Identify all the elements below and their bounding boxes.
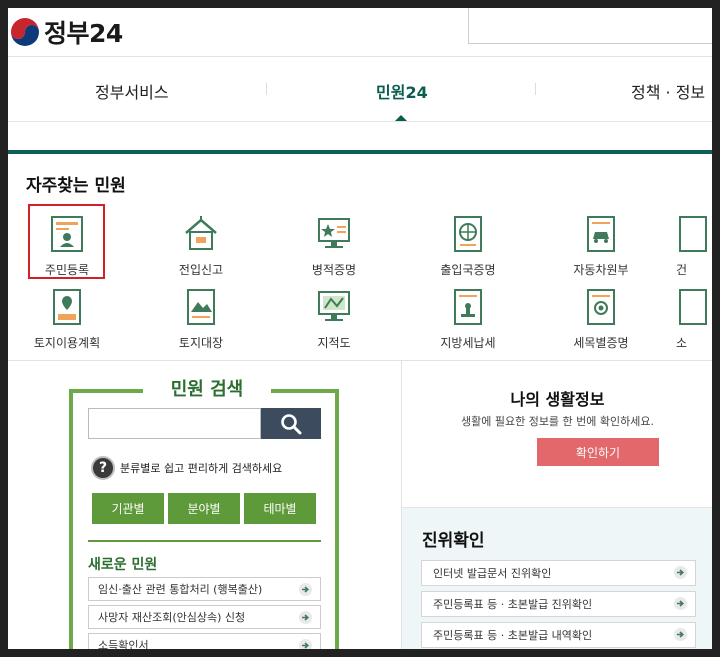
document-icon — [679, 216, 707, 252]
logo-text: 정부24 — [44, 19, 123, 48]
frequent-item-land-ledger[interactable]: 토지대장 — [156, 288, 246, 351]
globe-document-icon — [454, 216, 482, 252]
monitor-star-icon — [318, 218, 350, 248]
active-tab-caret-icon — [395, 115, 407, 121]
frequent-title: 자주찾는 민원 — [26, 176, 126, 196]
arrow-right-icon — [674, 566, 687, 579]
civil-search-button[interactable] — [261, 408, 321, 439]
frequent-item-label: 토지이용계획 — [33, 336, 101, 350]
map-pin-document-icon — [53, 289, 81, 325]
frequent-item-label: 소 — [676, 336, 688, 350]
site-logo[interactable]: 정부24 — [8, 8, 123, 56]
category-by-field-button[interactable]: 분야별 — [168, 493, 240, 524]
search-help-text: 분류별로 쉽고 편리하게 검색하세요 — [120, 462, 283, 475]
stamp-document-icon — [454, 289, 482, 325]
new-civil-item-label: 사망자 재산조회(안심상속) 신청 — [98, 611, 246, 624]
arrow-right-icon — [299, 639, 312, 649]
verification-item-label: 주민등록표 등 · 초본발급 내역확인 — [433, 629, 593, 642]
frequent-item-label: 자동차원부 — [573, 263, 629, 277]
frequent-item-label: 지적도 — [317, 336, 351, 350]
header-search-input[interactable] — [468, 8, 712, 44]
life-info-title: 나의 생활정보 — [510, 390, 605, 409]
verification-title: 진위확인 — [422, 531, 485, 551]
arrow-right-icon — [674, 628, 687, 641]
search-icon — [281, 413, 302, 434]
nav-divider — [535, 83, 536, 95]
life-info-section: 나의 생활정보 생활에 필요한 정보를 한 번에 확인하세요. 확인하기 — [402, 361, 712, 507]
nav-item-gov-services[interactable]: 정부서비스 — [95, 79, 169, 103]
verification-item[interactable]: 주민등록표 등 · 초본발급 진위확인 — [421, 591, 696, 617]
category-by-theme-button[interactable]: 테마별 — [244, 493, 316, 524]
life-info-subtitle: 생활에 필요한 정보를 한 번에 확인하세요. — [460, 415, 655, 428]
frequent-item-tax-item-cert[interactable]: 세목별증명 — [556, 288, 646, 351]
landscape-document-icon — [187, 289, 215, 325]
new-civil-item-label: 소득확인서 — [98, 639, 149, 649]
frequent-item-immigration-cert[interactable]: 출입국증명 — [423, 215, 513, 278]
verification-item-label: 주민등록표 등 · 초본발급 진위확인 — [433, 598, 593, 611]
verification-item-label: 인터넷 발급문서 진위확인 — [433, 567, 552, 580]
new-civil-item[interactable]: 임신·출산 관련 통합처리 (행복출산) — [88, 577, 321, 601]
frequent-item-label: 세목별증명 — [573, 336, 629, 350]
taegeuk-logo-icon — [11, 18, 39, 46]
frequent-item-land-use-plan[interactable]: 토지이용계획 — [22, 288, 112, 351]
frequent-item-label: 건 — [676, 263, 688, 277]
arrow-right-icon — [299, 611, 312, 624]
monitor-map-icon — [318, 291, 350, 321]
frequent-item-local-tax-payment[interactable]: 지방세납세 — [423, 288, 513, 351]
certificate-icon — [587, 289, 615, 325]
frequent-item-label: 전입신고 — [178, 263, 224, 277]
page-frame: 정부24 정부서비스 민원24 정책 · 정보 자주찾는 민원 주민등록 전입신… — [8, 8, 712, 649]
category-by-agency-button[interactable]: 기관별 — [92, 493, 164, 524]
new-civil-item-label: 임신·출산 관련 통합처리 (행복출산) — [98, 583, 263, 596]
main-nav: 정부서비스 민원24 정책 · 정보 — [8, 56, 712, 122]
frequent-item-vehicle-registry[interactable]: 자동차원부 — [556, 215, 646, 278]
document-icon — [679, 289, 707, 325]
verification-section: 진위확인 인터넷 발급문서 진위확인 주민등록표 등 · 초본발급 진위확인 주… — [402, 507, 712, 649]
verification-item[interactable]: 주민등록표 등 · 초본발급 내역확인 — [421, 622, 696, 648]
verification-item[interactable]: 인터넷 발급문서 진위확인 — [421, 560, 696, 586]
new-civil-title: 새로운 민원 — [88, 557, 158, 573]
frequent-item-label: 출입국증명 — [440, 263, 496, 277]
nav-divider — [266, 83, 267, 95]
selected-highlight-box — [28, 204, 105, 279]
frequent-item-move-in-report[interactable]: 전입신고 — [156, 215, 246, 278]
search-help: ? 분류별로 쉽고 편리하게 검색하세요 — [91, 456, 282, 480]
frequent-item-cut-off-2[interactable]: 소 — [676, 288, 712, 351]
frequent-item-label: 지방세납세 — [440, 336, 496, 350]
right-panel: 나의 생활정보 생활에 필요한 정보를 한 번에 확인하세요. 확인하기 진위확… — [401, 361, 712, 649]
question-icon: ? — [91, 456, 115, 480]
new-civil-item[interactable]: 소득확인서 — [88, 633, 321, 649]
arrow-right-icon — [299, 583, 312, 596]
frequent-item-label: 병적증명 — [311, 263, 357, 277]
civil-search-title: 민원 검색 — [143, 375, 271, 401]
frequent-item-cadastral-map[interactable]: 지적도 — [289, 288, 379, 351]
frequent-item-cut-off[interactable]: 건 — [676, 215, 712, 278]
frequent-item-military-service-cert[interactable]: 병적증명 — [289, 215, 379, 278]
frequent-item-label: 토지대장 — [178, 336, 224, 350]
civil-search-input[interactable] — [88, 408, 261, 439]
nav-accent-stripe — [8, 150, 712, 154]
section-divider-green — [88, 540, 321, 542]
nav-item-policy-info[interactable]: 정책 · 정보 — [631, 79, 705, 103]
nav-item-minwon24[interactable]: 민원24 — [376, 79, 428, 103]
house-icon — [185, 216, 217, 250]
car-document-icon — [587, 216, 615, 252]
new-civil-item[interactable]: 사망자 재산조회(안심상속) 신청 — [88, 605, 321, 629]
life-info-confirm-button[interactable]: 확인하기 — [537, 438, 659, 466]
arrow-right-icon — [674, 597, 687, 610]
